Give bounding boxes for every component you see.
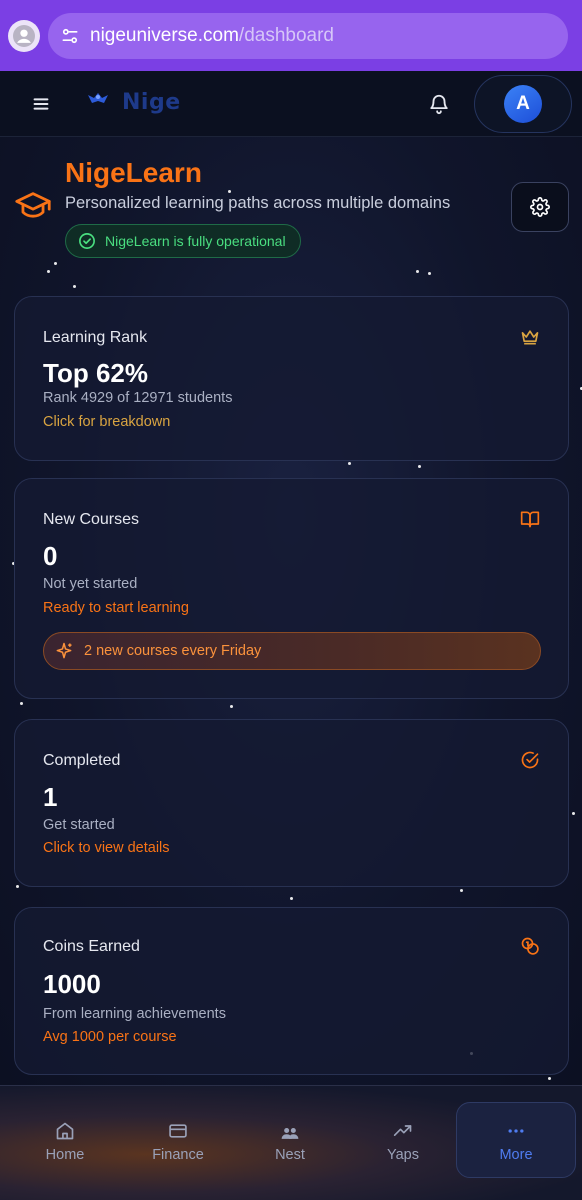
logo-text: Nige xyxy=(122,90,181,115)
bottom-nav: Home Finance Nest Yaps More xyxy=(0,1085,582,1200)
nav-label: More xyxy=(499,1147,533,1163)
more-icon xyxy=(506,1117,526,1141)
nav-nest[interactable]: Nest xyxy=(235,1102,345,1178)
star xyxy=(418,465,421,468)
star xyxy=(228,190,231,193)
home-icon xyxy=(55,1117,75,1141)
browser-bar: nigeuniverse.com/dashboard xyxy=(0,0,582,71)
star xyxy=(290,897,293,900)
coins-desc: From learning achievements xyxy=(43,1006,226,1022)
avatar: A xyxy=(504,85,542,123)
nav-label: Nest xyxy=(275,1147,305,1163)
coins-value: 1000 xyxy=(43,969,101,999)
learning-rank-card[interactable]: Learning Rank Top 62% Rank 4929 of 12971… xyxy=(14,296,569,461)
nav-finance[interactable]: Finance xyxy=(123,1102,233,1178)
gear-icon xyxy=(530,197,550,217)
card-icon xyxy=(168,1117,188,1141)
app-header: Nige A xyxy=(0,71,582,137)
courses-value: 0 xyxy=(43,541,58,571)
nav-label: Yaps xyxy=(387,1147,419,1163)
logo[interactable]: Nige xyxy=(86,89,181,116)
nav-more[interactable]: More xyxy=(456,1102,576,1178)
site-settings-icon[interactable] xyxy=(60,26,80,46)
card-title: Learning Rank xyxy=(43,329,148,346)
main-content: NigeLearn Personalized learning paths ac… xyxy=(0,137,582,1085)
view-details-link[interactable]: Click to view details xyxy=(43,840,170,856)
coins-icon xyxy=(520,936,540,961)
rank-value: Top 62% xyxy=(43,358,148,388)
menu-icon[interactable] xyxy=(30,93,52,115)
nav-home[interactable]: Home xyxy=(10,1102,120,1178)
trending-up-icon xyxy=(393,1117,413,1141)
star xyxy=(548,1077,551,1080)
start-learning-link[interactable]: Ready to start learning xyxy=(43,600,189,616)
new-courses-card[interactable]: New Courses 0 Not yet started Ready to s… xyxy=(14,478,569,699)
book-open-icon xyxy=(520,509,540,534)
completed-value: 1 xyxy=(43,782,58,812)
url-path: /dashboard xyxy=(238,24,334,46)
avg-coins-link: Avg 1000 per course xyxy=(43,1029,177,1045)
crown-icon xyxy=(520,327,540,352)
star xyxy=(460,889,463,892)
card-title: Completed xyxy=(43,752,121,769)
status-badge: NigeLearn is fully operational xyxy=(65,224,301,258)
courses-desc: Not yet started xyxy=(43,576,138,592)
star xyxy=(20,702,23,705)
star xyxy=(16,885,19,888)
card-title: New Courses xyxy=(43,511,140,528)
star xyxy=(348,462,351,465)
nav-label: Home xyxy=(45,1147,85,1163)
avatar-button[interactable]: A xyxy=(474,75,572,133)
nav-yaps[interactable]: Yaps xyxy=(348,1102,458,1178)
check-circle-icon xyxy=(79,233,95,249)
star xyxy=(47,270,50,273)
star xyxy=(54,262,57,265)
star xyxy=(73,285,76,288)
completed-card[interactable]: Completed 1 Get started Click to view de… xyxy=(14,719,569,887)
breakdown-link[interactable]: Click for breakdown xyxy=(43,414,170,430)
graduation-cap-icon xyxy=(14,189,52,228)
url-bar[interactable]: nigeuniverse.com/dashboard xyxy=(48,12,568,59)
rank-desc: Rank 4929 of 12971 students xyxy=(43,390,233,406)
url-host: nigeuniverse.com xyxy=(90,24,239,46)
completed-desc: Get started xyxy=(43,817,115,833)
page-title: NigeLearn xyxy=(65,157,202,188)
nav-label: Finance xyxy=(152,1147,204,1163)
star xyxy=(230,705,233,708)
sparkle-icon xyxy=(56,642,72,659)
browser-profile-icon[interactable] xyxy=(8,19,40,52)
card-title: Coins Earned xyxy=(43,938,140,955)
logo-icon xyxy=(86,89,110,116)
star xyxy=(428,272,431,275)
banner-text: 2 new courses every Friday xyxy=(84,643,262,659)
new-courses-banner: 2 new courses every Friday xyxy=(43,632,541,670)
check-circle-icon xyxy=(520,750,540,775)
status-text: NigeLearn is fully operational xyxy=(105,233,286,249)
coins-earned-card[interactable]: Coins Earned 1000 From learning achievem… xyxy=(14,907,569,1075)
star xyxy=(416,270,419,273)
users-icon xyxy=(280,1117,300,1141)
page-subtitle: Personalized learning paths across multi… xyxy=(65,194,451,212)
star xyxy=(572,812,575,815)
bell-icon[interactable] xyxy=(428,93,450,120)
settings-button[interactable] xyxy=(511,182,569,232)
